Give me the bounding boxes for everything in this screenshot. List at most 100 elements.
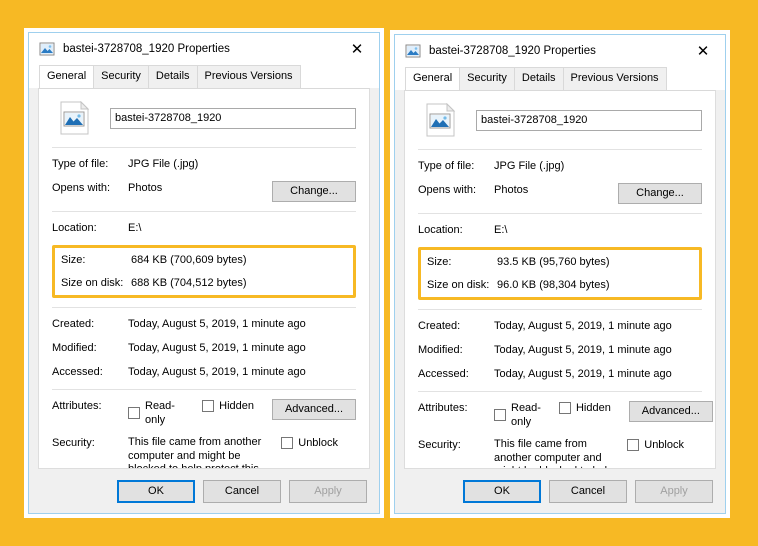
opens-with-label: Opens with: — [418, 184, 477, 196]
image-file-icon — [39, 41, 55, 57]
type-of-file-label: Type of file: — [52, 158, 109, 170]
checkbox-box[interactable] — [202, 400, 215, 412]
security-message: This file came from another computer and… — [494, 438, 613, 468]
modified-row: Modified: Today, August 5, 2019, 1 minut… — [418, 343, 702, 358]
advanced-button[interactable]: Advanced... — [272, 399, 356, 420]
close-icon[interactable]: ✕ — [335, 34, 379, 65]
unblock-label: Unblock — [298, 437, 338, 449]
size-label: Size: — [427, 256, 452, 268]
tab-strip: General Security Details Previous Versio… — [29, 65, 379, 88]
cancel-button[interactable]: Cancel — [203, 479, 281, 503]
file-name-input[interactable]: bastei-3728708_1920 — [476, 109, 702, 131]
dialog-footer: OK Cancel Apply — [395, 469, 725, 513]
opens-with-value: Photos — [494, 184, 529, 196]
divider — [418, 149, 702, 150]
tab-security[interactable]: Security — [459, 67, 515, 90]
accessed-row: Accessed: Today, August 5, 2019, 1 minut… — [418, 367, 702, 382]
tab-details[interactable]: Details — [513, 67, 564, 90]
opens-with-value: Photos — [128, 182, 163, 194]
readonly-label: Read-only — [511, 402, 541, 428]
accessed-label: Accessed: — [418, 368, 469, 380]
general-tab-panel: bastei-3728708_1920 Type of file: JPG Fi… — [404, 90, 716, 469]
modified-row: Modified: Today, August 5, 2019, 1 minut… — [52, 341, 356, 356]
dialog-title: bastei-3728708_1920 Properties — [63, 43, 230, 55]
readonly-checkbox[interactable]: Read-only — [128, 399, 184, 427]
apply-button: Apply — [289, 479, 367, 503]
tab-previous-versions[interactable]: Previous Versions — [196, 65, 301, 88]
size-on-disk-label: Size on disk: — [427, 279, 490, 291]
type-of-file-label: Type of file: — [418, 160, 475, 172]
tab-security[interactable]: Security — [93, 65, 149, 88]
general-tab-panel: bastei-3728708_1920 Type of file: JPG Fi… — [38, 88, 370, 469]
checkbox-box[interactable] — [627, 439, 640, 451]
close-icon[interactable]: ✕ — [681, 36, 725, 67]
attributes-row: Attributes: Read-only Hidden Advanced... — [52, 399, 356, 427]
ok-button[interactable]: OK — [463, 479, 541, 503]
opens-with-row: Opens with: Photos Change... — [52, 181, 356, 202]
attributes-label: Attributes: — [418, 402, 468, 414]
created-value: Today, August 5, 2019, 1 minute ago — [494, 320, 672, 332]
created-label: Created: — [418, 320, 461, 332]
created-label: Created: — [52, 318, 95, 330]
unblock-label: Unblock — [644, 439, 684, 451]
modified-value: Today, August 5, 2019, 1 minute ago — [128, 342, 306, 354]
tab-strip: General Security Details Previous Versio… — [395, 67, 725, 90]
divider — [418, 309, 702, 310]
attributes-label: Attributes: — [52, 400, 102, 412]
hidden-label: Hidden — [219, 400, 254, 412]
location-label: Location: — [418, 224, 463, 236]
advanced-button[interactable]: Advanced... — [628, 401, 713, 422]
checkbox-box[interactable] — [281, 437, 294, 449]
tab-details[interactable]: Details — [147, 65, 198, 88]
readonly-checkbox[interactable]: Read-only — [494, 401, 541, 429]
divider — [418, 213, 702, 214]
tab-general[interactable]: General — [405, 67, 461, 90]
size-highlight-box: Size: 684 KB (700,609 bytes) Size on dis… — [52, 245, 356, 298]
size-on-disk-value: 96.0 KB (98,304 bytes) — [497, 279, 610, 291]
hidden-checkbox[interactable]: Hidden — [558, 401, 611, 415]
unblock-checkbox[interactable]: Unblock — [627, 438, 684, 452]
location-row: Location: E:\ — [418, 223, 702, 238]
hidden-checkbox[interactable]: Hidden — [202, 399, 254, 413]
checkbox-box[interactable] — [128, 407, 140, 419]
size-highlight-box: Size: 93.5 KB (95,760 bytes) Size on dis… — [418, 247, 702, 300]
size-value: 684 KB (700,609 bytes) — [131, 254, 247, 266]
unblock-checkbox[interactable]: Unblock — [281, 436, 338, 450]
image-file-icon — [426, 102, 456, 137]
security-row: Security: This file came from another co… — [418, 438, 702, 468]
tab-general[interactable]: General — [39, 65, 95, 88]
divider — [418, 391, 702, 392]
apply-button: Apply — [635, 479, 713, 503]
properties-dialog-left[interactable]: bastei-3728708_1920 Properties ✕ General… — [24, 28, 384, 518]
ok-button[interactable]: OK — [117, 479, 195, 503]
readonly-label: Read-only — [145, 400, 175, 426]
location-value: E:\ — [494, 224, 508, 236]
properties-dialog-right[interactable]: bastei-3728708_1920 Properties ✕ General… — [390, 30, 730, 518]
size-row: Size: 93.5 KB (95,760 bytes) — [427, 255, 693, 270]
location-value: E:\ — [128, 222, 142, 234]
checkbox-box[interactable] — [494, 409, 506, 421]
cancel-button[interactable]: Cancel — [549, 479, 627, 503]
title-bar[interactable]: bastei-3728708_1920 Properties ✕ — [29, 33, 379, 65]
title-bar[interactable]: bastei-3728708_1920 Properties ✕ — [395, 35, 725, 67]
change-button[interactable]: Change... — [272, 181, 356, 202]
change-button[interactable]: Change... — [618, 183, 702, 204]
created-row: Created: Today, August 5, 2019, 1 minute… — [418, 319, 702, 334]
accessed-value: Today, August 5, 2019, 1 minute ago — [494, 368, 672, 380]
opens-with-label: Opens with: — [52, 182, 111, 194]
tab-previous-versions[interactable]: Previous Versions — [562, 67, 667, 90]
created-row: Created: Today, August 5, 2019, 1 minute… — [52, 317, 356, 332]
divider — [52, 389, 356, 390]
type-of-file-value: JPG File (.jpg) — [494, 160, 565, 172]
size-value: 93.5 KB (95,760 bytes) — [497, 256, 610, 268]
image-file-icon — [60, 100, 90, 135]
accessed-row: Accessed: Today, August 5, 2019, 1 minut… — [52, 365, 356, 380]
accessed-value: Today, August 5, 2019, 1 minute ago — [128, 366, 306, 378]
checkbox-box[interactable] — [558, 402, 571, 414]
type-of-file-row: Type of file: JPG File (.jpg) — [52, 157, 356, 172]
attributes-row: Attributes: Read-only Hidden Advanced... — [418, 401, 713, 429]
file-name-row: bastei-3728708_1920 — [52, 100, 356, 135]
file-name-input[interactable]: bastei-3728708_1920 — [110, 107, 356, 129]
security-row: Security: This file came from another co… — [52, 436, 356, 469]
security-message: This file came from another computer and… — [128, 436, 262, 469]
